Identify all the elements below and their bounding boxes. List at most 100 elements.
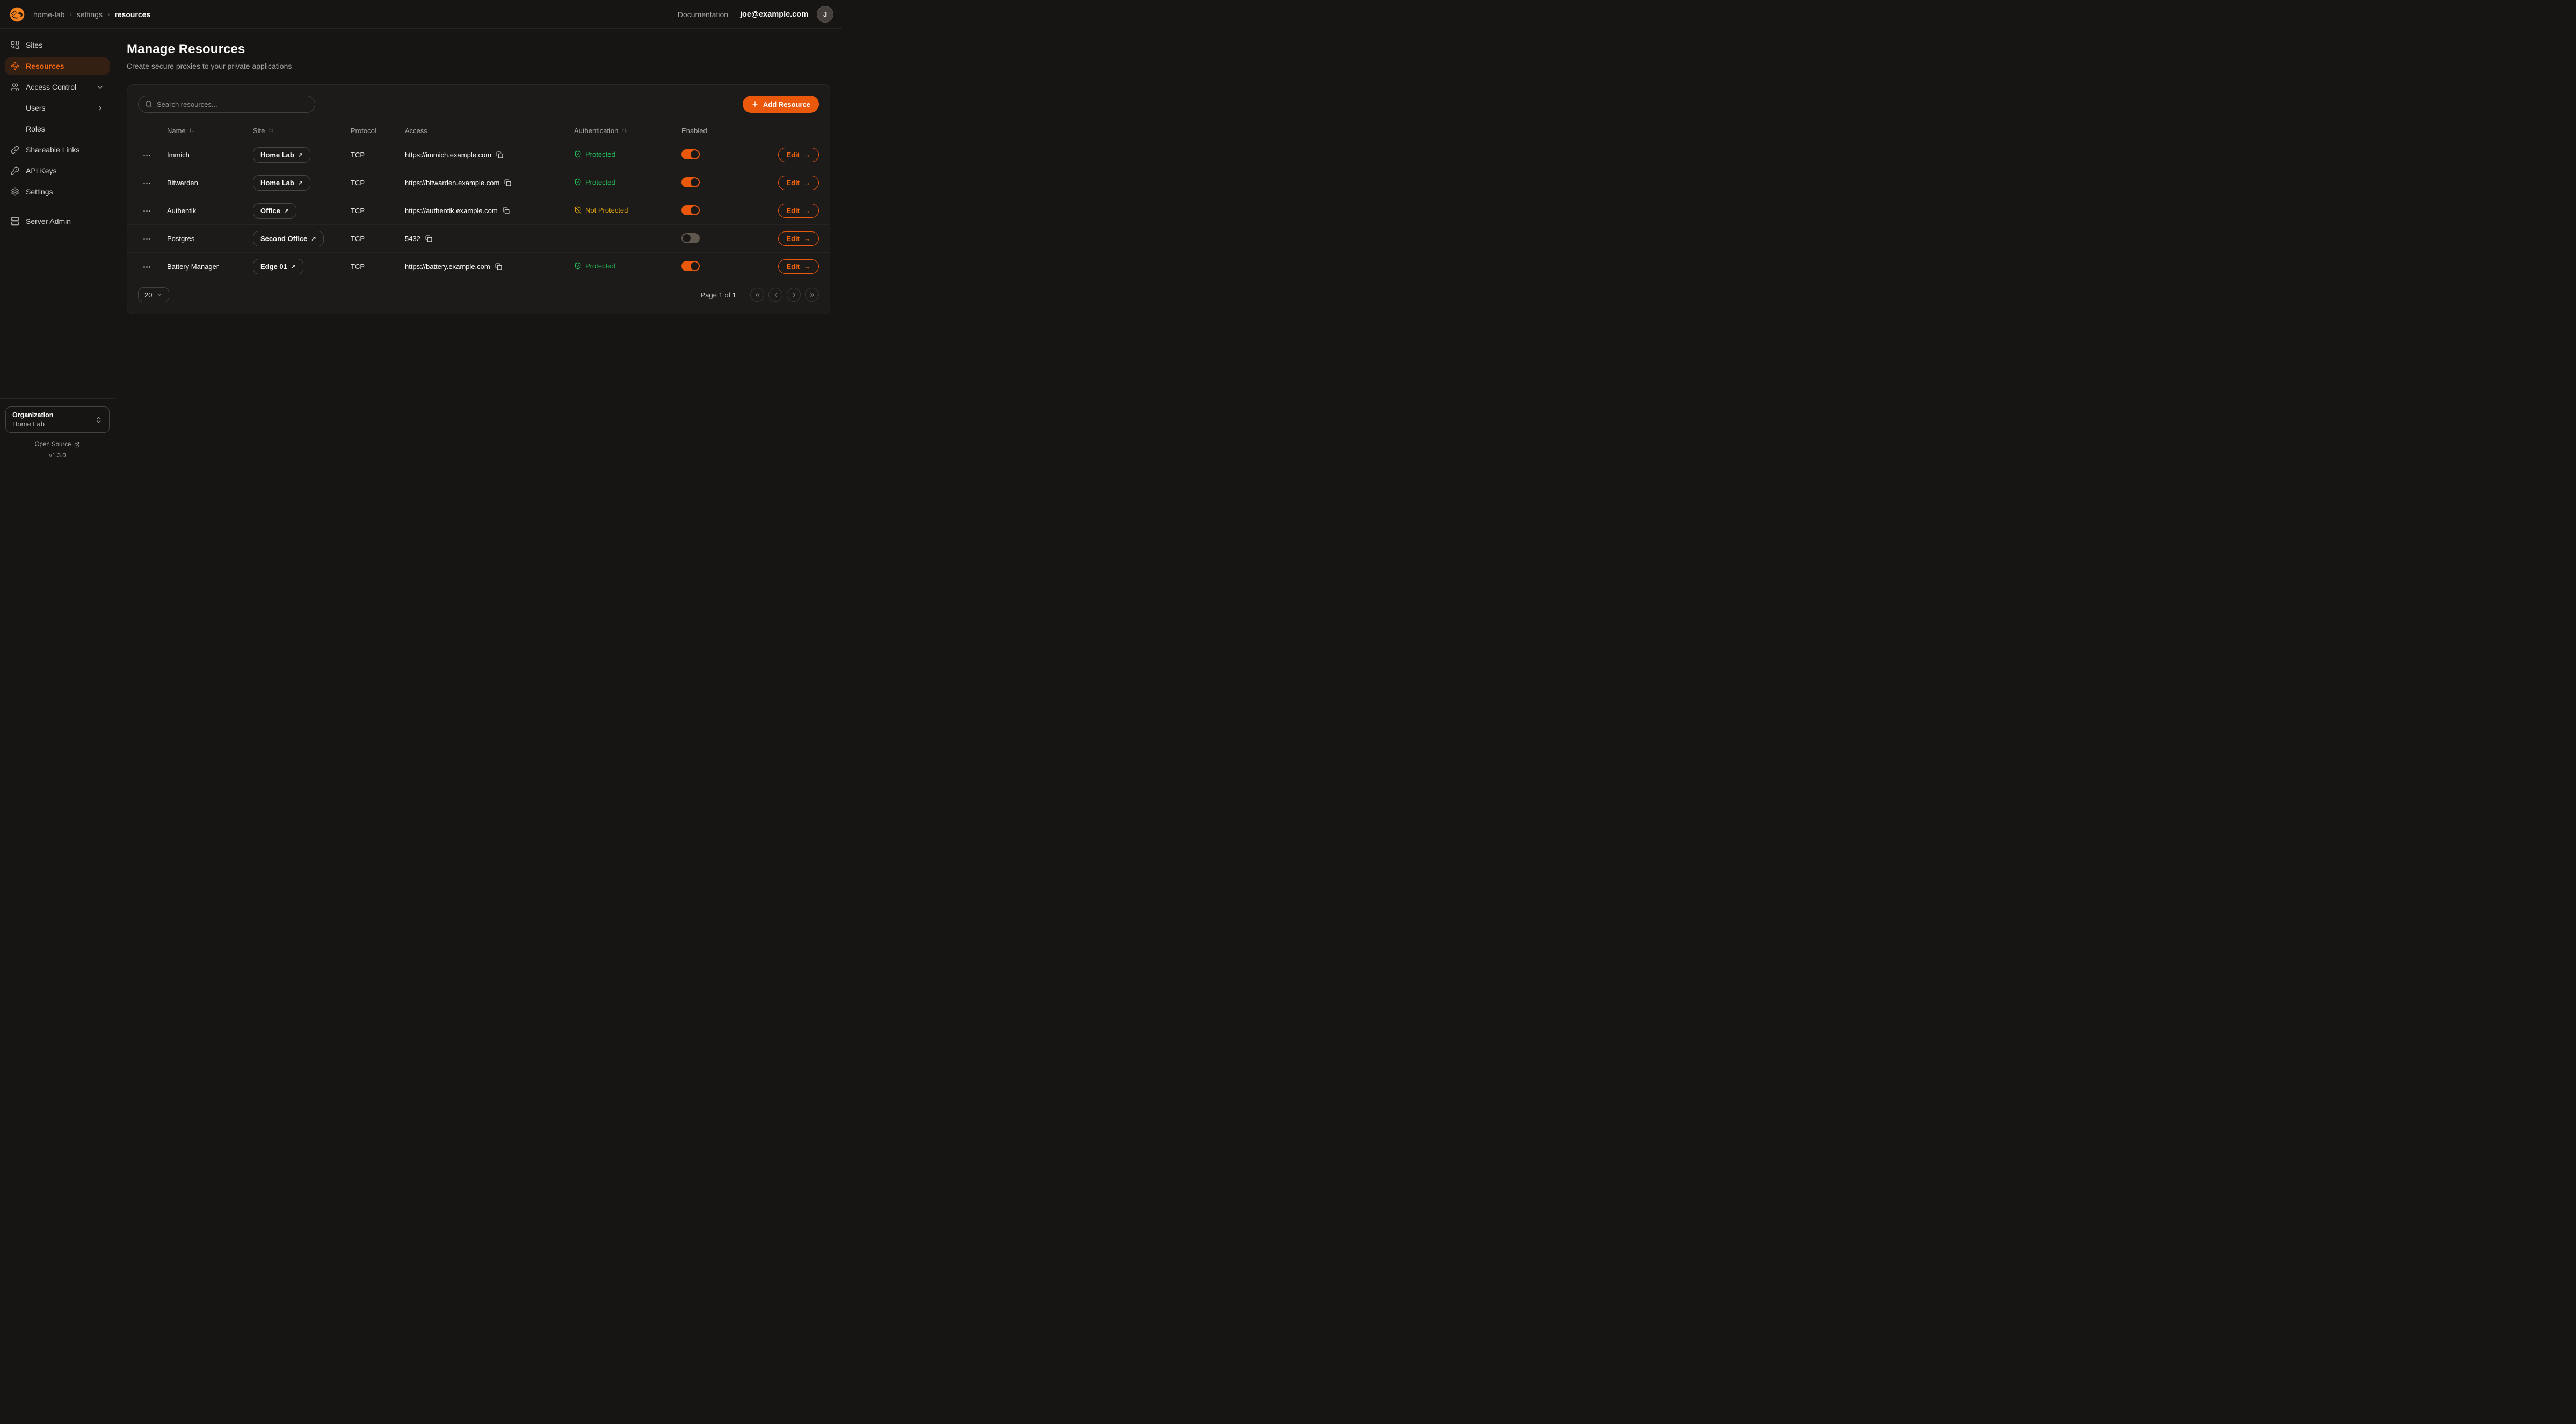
shield-check-icon [574,150,582,158]
auth-status-badge: Protected [574,150,615,158]
chevron-down-icon [156,292,163,298]
server-icon [11,217,19,226]
chevrons-right-button[interactable] [805,288,819,302]
page-size-select[interactable]: 20 [138,287,169,302]
search-icon [145,100,153,108]
enabled-toggle[interactable] [681,233,700,243]
resource-access-url: https://immich.example.com [405,151,491,159]
chevron-left-button[interactable] [768,288,782,302]
sidebar-item-settings[interactable]: Settings [5,183,110,200]
sidebar-item-api-keys[interactable]: API Keys [5,162,110,179]
table-header: Name↑↓ Site↑↓ Protocol Access Authentica… [127,120,830,141]
resource-access-url: https://bitwarden.example.com [405,179,499,187]
enabled-toggle[interactable] [681,205,700,215]
row-menu-button[interactable]: ⋯ [127,206,167,216]
user-email-menu[interactable]: joe@example.com [740,10,808,19]
site-link[interactable]: Home Lab↗ [253,147,310,163]
breadcrumb-separator: › [69,10,71,18]
chevrons-up-down-icon [95,416,103,424]
sidebar-item-sites[interactable]: Sites [5,37,110,54]
edit-button[interactable]: Edit→ [778,204,819,218]
sort-icon: ↑↓ [189,127,194,134]
sidebar-item-roles[interactable]: Roles [5,120,110,137]
row-menu-button[interactable]: ⋯ [127,262,167,272]
pangolin-logo[interactable] [9,6,26,23]
arrow-right-icon: → [804,151,811,159]
column-header-name[interactable]: Name↑↓ [167,127,253,135]
organization-picker[interactable]: Organization Home Lab [5,406,110,433]
arrow-right-icon: → [804,235,811,243]
chevron-right-icon [96,104,104,112]
resource-protocol: TCP [351,179,405,187]
site-link[interactable]: Edge 01↗ [253,259,303,274]
enabled-toggle[interactable] [681,261,700,271]
table-row: ⋯BitwardenHome Lab↗TCPhttps://bitwarden.… [127,169,830,197]
enabled-toggle[interactable] [681,149,700,159]
organization-value: Home Lab [12,420,91,428]
arrow-up-right-icon: ↗ [298,151,303,158]
auth-status-badge: Not Protected [574,206,628,214]
sidebar-item-access-control[interactable]: Access Control [5,78,110,96]
column-header-protocol: Protocol [351,127,405,135]
open-source-label: Open Source [35,441,71,448]
resource-protocol: TCP [351,235,405,243]
edit-button[interactable]: Edit→ [778,148,819,162]
enabled-toggle[interactable] [681,177,700,187]
column-header-enabled: Enabled [681,127,755,135]
avatar[interactable]: J [817,6,833,23]
link-icon [11,146,19,154]
row-menu-button[interactable]: ⋯ [127,150,167,160]
arrow-up-right-icon: ↗ [291,263,296,270]
resource-name: Authentik [167,207,253,215]
chevron-right-icon [790,292,797,299]
copy-icon[interactable] [504,179,511,186]
edit-button[interactable]: Edit→ [778,231,819,246]
top-bar: home-lab › settings › resources Document… [0,0,842,29]
breadcrumb-settings[interactable]: settings [77,10,103,19]
documentation-link[interactable]: Documentation [678,10,728,19]
sidebar-item-resources[interactable]: Resources [5,57,110,75]
organization-label: Organization [12,411,91,419]
sidebar-item-users[interactable]: Users [5,99,110,117]
column-header-authentication[interactable]: Authentication↑↓ [574,127,681,135]
resources-icon [11,62,19,70]
chevron-right-button[interactable] [787,288,801,302]
table-footer: 20 Page 1 of 1 [127,280,830,314]
copy-icon[interactable] [425,235,432,242]
arrow-up-right-icon: ↗ [311,235,316,242]
add-resource-button[interactable]: Add Resource [743,96,819,113]
copy-icon[interactable] [503,207,510,214]
copy-icon[interactable] [495,263,502,270]
copy-icon[interactable] [496,151,503,158]
breadcrumb-home-lab[interactable]: home-lab [33,10,64,19]
gear-icon [11,187,19,196]
resource-protocol: TCP [351,207,405,215]
sidebar-footer: Organization Home Lab Open Source v1.3.0 [0,398,115,466]
chevrons-right-icon [809,292,816,299]
site-link[interactable]: Office↗ [253,203,296,219]
shield-check-icon [574,178,582,186]
column-header-site[interactable]: Site↑↓ [253,127,351,135]
edit-button[interactable]: Edit→ [778,176,819,190]
chevrons-left-button[interactable] [750,288,764,302]
sites-icon [11,41,19,49]
resources-table: Name↑↓ Site↑↓ Protocol Access Authentica… [127,120,830,280]
resource-access-url: https://authentik.example.com [405,207,498,215]
resource-name: Immich [167,151,253,159]
toggle-knob [691,150,699,158]
add-resource-label: Add Resource [763,100,810,108]
edit-button[interactable]: Edit→ [778,259,819,274]
search-input[interactable] [157,100,308,108]
row-menu-button[interactable]: ⋯ [127,178,167,188]
breadcrumb-resources: resources [114,10,150,19]
site-link[interactable]: Home Lab↗ [253,175,310,191]
sidebar-item-shareable-links[interactable]: Shareable Links [5,141,110,158]
sidebar-item-server-admin[interactable]: Server Admin [5,213,110,230]
site-link[interactable]: Second Office↗ [253,231,324,246]
arrow-right-icon: → [804,179,811,187]
arrow-up-right-icon: ↗ [284,207,289,214]
column-header-access: Access [405,127,574,135]
users-icon [11,83,19,91]
row-menu-button[interactable]: ⋯ [127,234,167,244]
open-source-link[interactable]: Open Source [5,441,110,448]
